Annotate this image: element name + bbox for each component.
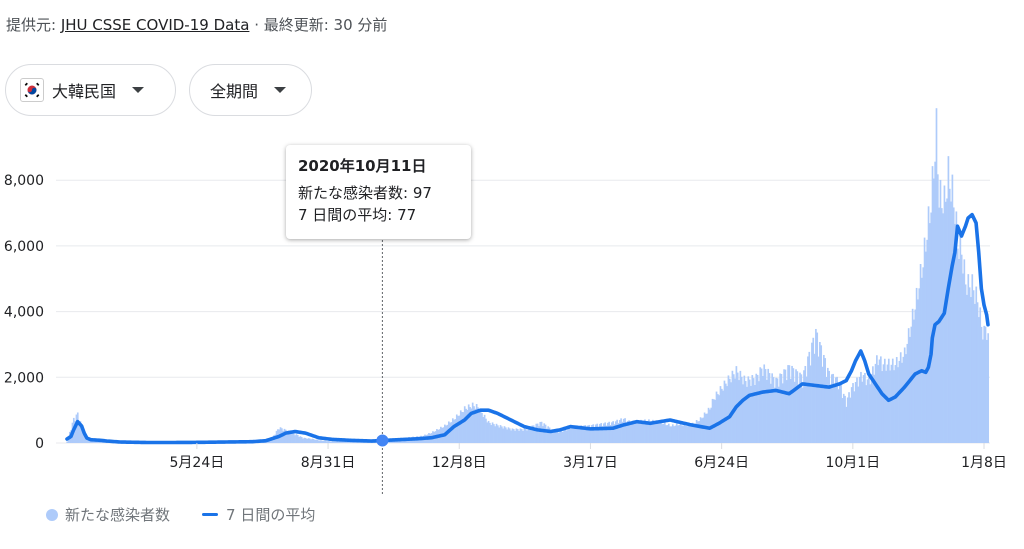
- y-tick-label: 8,000: [4, 173, 44, 189]
- x-tick-label: 6月24日: [694, 455, 749, 471]
- x-tick-label: 3月17日: [563, 455, 618, 471]
- x-tick-label: 10月1日: [825, 455, 880, 471]
- y-tick-label: 2,000: [4, 370, 44, 386]
- chart-legend: 新たな感染者数 7 日間の平均: [46, 504, 315, 525]
- y-tick-label: 4,000: [4, 305, 44, 321]
- x-axis-labels: 5月24日 8月31日 12月8日 3月17日 6月24日 10月1日 1月8日: [170, 443, 1007, 471]
- hover-tooltip: 2020年10月11日 新たな感染者数: 97 7 日間の平均: 77: [286, 145, 471, 239]
- case-bars: [66, 108, 990, 444]
- chart-area[interactable]: 0 2,000 4,000 6,000 8,000 5月24日 8月31日 12月8日 3月1…: [0, 0, 1024, 549]
- y-tick-label: 6,000: [4, 239, 44, 255]
- x-tick-label: 1月8日: [961, 455, 1007, 471]
- y-axis-labels: 0 2,000 4,000 6,000 8,000: [4, 173, 44, 452]
- tooltip-new-cases: 新たな感染者数: 97: [298, 184, 432, 202]
- legend-bars-swatch: [46, 508, 58, 521]
- hover-point: [376, 434, 389, 447]
- x-tick-label: 8月31日: [301, 455, 356, 471]
- tooltip-date: 2020年10月11日: [298, 157, 427, 175]
- case-bar: [987, 333, 990, 443]
- legend-bars-label: 新たな感染者数: [65, 506, 171, 524]
- legend-line-swatch: [202, 513, 219, 516]
- x-tick-label: 5月24日: [170, 455, 225, 471]
- x-tick-label: 12月8日: [432, 455, 487, 471]
- legend-line-label: 7 日間の平均: [226, 506, 316, 524]
- tooltip-average: 7 日間の平均: 77: [298, 206, 417, 224]
- y-tick-label: 0: [35, 436, 44, 452]
